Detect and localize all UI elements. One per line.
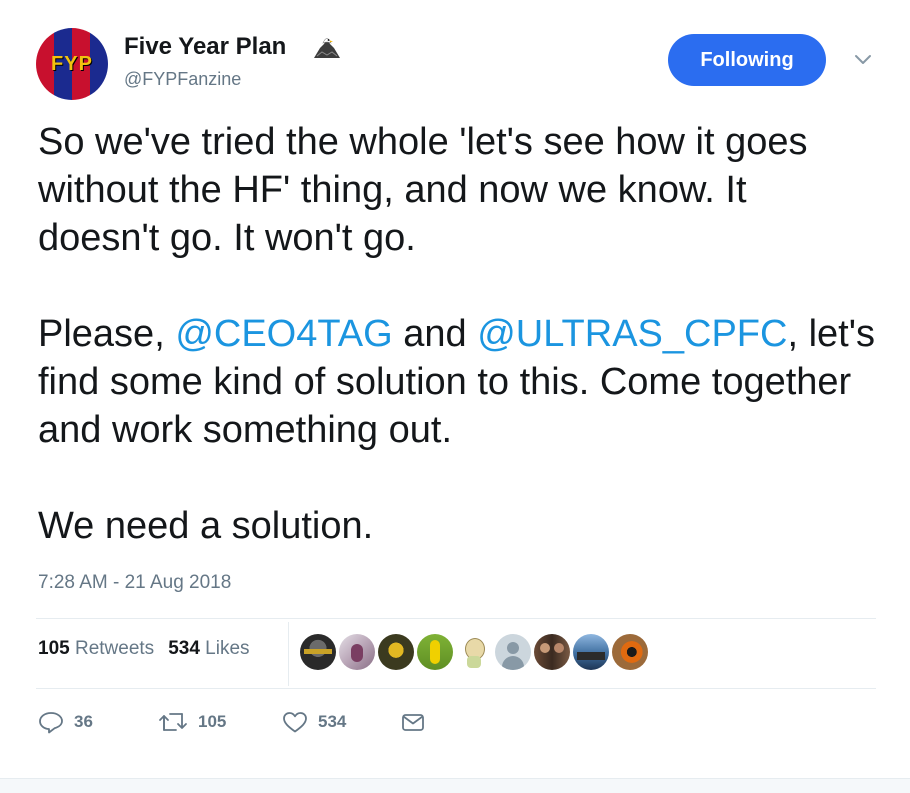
chevron-down-icon[interactable]	[854, 54, 872, 66]
retweets-count: 105	[38, 638, 70, 659]
like-button[interactable]: 534	[282, 704, 346, 740]
liker-avatar[interactable]	[300, 634, 336, 670]
liker-avatars	[300, 634, 648, 670]
stats-separator	[288, 622, 289, 686]
liker-avatar[interactable]	[534, 634, 570, 670]
envelope-icon	[402, 714, 424, 731]
following-button[interactable]: Following	[668, 34, 826, 86]
liker-avatar[interactable]	[573, 634, 609, 670]
likes-count: 534	[168, 638, 200, 659]
liker-avatar[interactable]	[612, 634, 648, 670]
mention-ceo4tag[interactable]: @CEO4TAG	[175, 313, 392, 355]
tweet-text: So we've tried the whole 'let's see how …	[38, 118, 878, 550]
retweet-icon	[159, 713, 187, 731]
reply-icon	[39, 712, 63, 734]
reply-count: 36	[74, 712, 93, 731]
divider	[36, 618, 876, 619]
liker-avatar[interactable]	[417, 634, 453, 670]
heart-icon	[283, 712, 307, 733]
like-count: 534	[318, 712, 347, 731]
mention-ultras-cpfc[interactable]: @ULTRAS_CPFC	[477, 313, 787, 355]
retweets-stat[interactable]: 105 Retweets	[38, 638, 154, 659]
avatar-text: FYP	[51, 52, 93, 75]
liker-avatar[interactable]	[456, 634, 492, 670]
liker-avatar[interactable]	[339, 634, 375, 670]
tweet-paragraph-3: We need a solution.	[38, 505, 374, 547]
avatar[interactable]: FYP	[36, 28, 108, 100]
bottom-strip	[0, 778, 910, 793]
retweet-count: 105	[198, 712, 227, 731]
retweets-label: Retweets	[74, 638, 155, 659]
reply-button[interactable]: 36	[38, 704, 93, 740]
divider	[36, 688, 876, 689]
tweet-card: FYP Five Year Plan @FYPFanzine Following…	[0, 0, 910, 778]
direct-message-button[interactable]	[400, 704, 436, 740]
eagle-icon	[314, 38, 340, 58]
likes-stat[interactable]: 534 Likes	[168, 638, 249, 659]
liker-avatar[interactable]	[378, 634, 414, 670]
tweet-paragraph-1: So we've tried the whole 'let's see how …	[38, 121, 808, 259]
display-name[interactable]: Five Year Plan	[124, 33, 286, 61]
handle[interactable]: @FYPFanzine	[124, 69, 241, 90]
tweet-paragraph-2: Please, @CEO4TAG and @ULTRAS_CPFC, let's…	[38, 310, 878, 454]
retweet-button[interactable]: 105	[158, 704, 226, 740]
liker-avatar[interactable]	[495, 634, 531, 670]
timestamp[interactable]: 7:28 AM - 21 Aug 2018	[38, 572, 231, 594]
likes-label: Likes	[205, 638, 250, 659]
tweet-text-segment: Please,	[38, 313, 176, 355]
tweet-stats: 105 Retweets 534 Likes	[38, 638, 250, 660]
tweet-text-segment: and	[392, 313, 478, 355]
